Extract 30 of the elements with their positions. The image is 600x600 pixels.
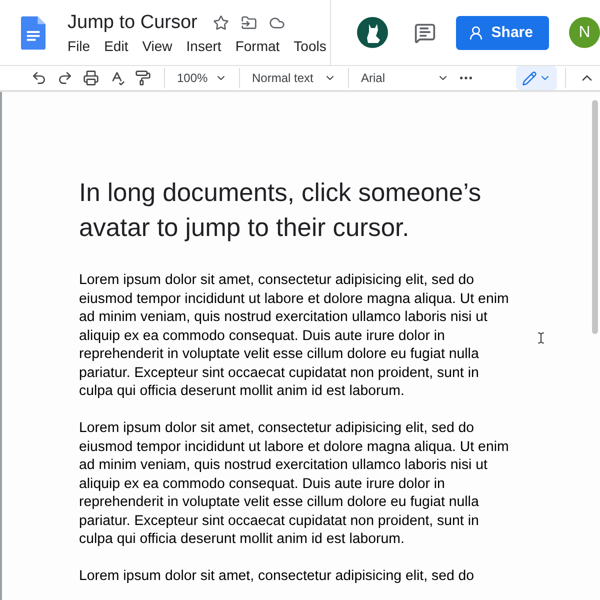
paint-format-icon[interactable] (135, 70, 151, 86)
heading: In long documents, click someone’s avatar to jump to their cursor. (79, 178, 482, 244)
paragraph: Lorem ipsum dolor sit amet, consectetur adipisicing elit, sed do eiusmod tempor incididunt ut labore et dolore magna aliqua. Ut enim ad minim veniam, quis nostrud exercitation ullamco laboris nisi ut aliquip ex ea commodo consequat. Duis aute irure dolor in reprehenderit in voluptate velit esse cillum dolore eu fugiat nulla pariatur. Excepteur sint occaecat cupidatat non proident, sunt in culpa qui officia deserunt mollit anim id est laborum. (79, 419, 510, 548)
comment-icon[interactable] (414, 22, 436, 44)
font-dropdown[interactable]: Arial (357, 66, 453, 90)
docs-logo-icon[interactable] (21, 16, 46, 50)
person-icon (468, 24, 484, 40)
redo-icon[interactable] (57, 70, 73, 86)
menu-item[interactable]: Format (235, 38, 280, 54)
style-dropdown[interactable]: Normal text (248, 66, 340, 90)
scrollbar-thumb[interactable] (592, 100, 598, 334)
pencil-icon (522, 70, 537, 86)
menu-item[interactable]: Insert (186, 38, 222, 54)
menu-item[interactable]: Edit (104, 38, 128, 54)
paragraph: Lorem ipsum dolor sit amet, consectetur adipisicing elit, sed do (79, 567, 476, 586)
folder-icon[interactable] (241, 14, 258, 30)
star-icon[interactable] (213, 14, 230, 30)
undo-icon[interactable] (31, 70, 47, 86)
menu-item[interactable]: View (142, 38, 172, 54)
menu-item[interactable]: Tools (294, 38, 326, 54)
menu-item[interactable]: File (68, 38, 90, 54)
zoom-dropdown[interactable]: 100% (173, 66, 231, 90)
document-title[interactable]: Jump to Cursor (68, 12, 198, 34)
paragraph: Lorem ipsum dolor sit amet, consectetur adipisicing elit, sed do eiusmod tempor incididunt ut labore et dolore magna aliqua. Ut enim ad minim veniam, quis nostrud exercitation ullamco laboris nisi ut aliquip ex ea commodo consequat. Duis aute irure dolor in reprehenderit in voluptate velit esse cillum dolore eu fugiat nulla pariatur. Excepteur sint occaecat cupidatat non proident, sunt in culpa qui officia deserunt mollit anim id est laborum. (79, 271, 510, 400)
share-button[interactable]: Share (456, 16, 549, 50)
print-icon[interactable] (83, 70, 99, 86)
cat-avatar[interactable] (357, 17, 388, 48)
cloud-icon[interactable] (269, 14, 286, 30)
text-cursor-icon (535, 332, 547, 344)
editing-mode-button[interactable] (516, 66, 557, 90)
